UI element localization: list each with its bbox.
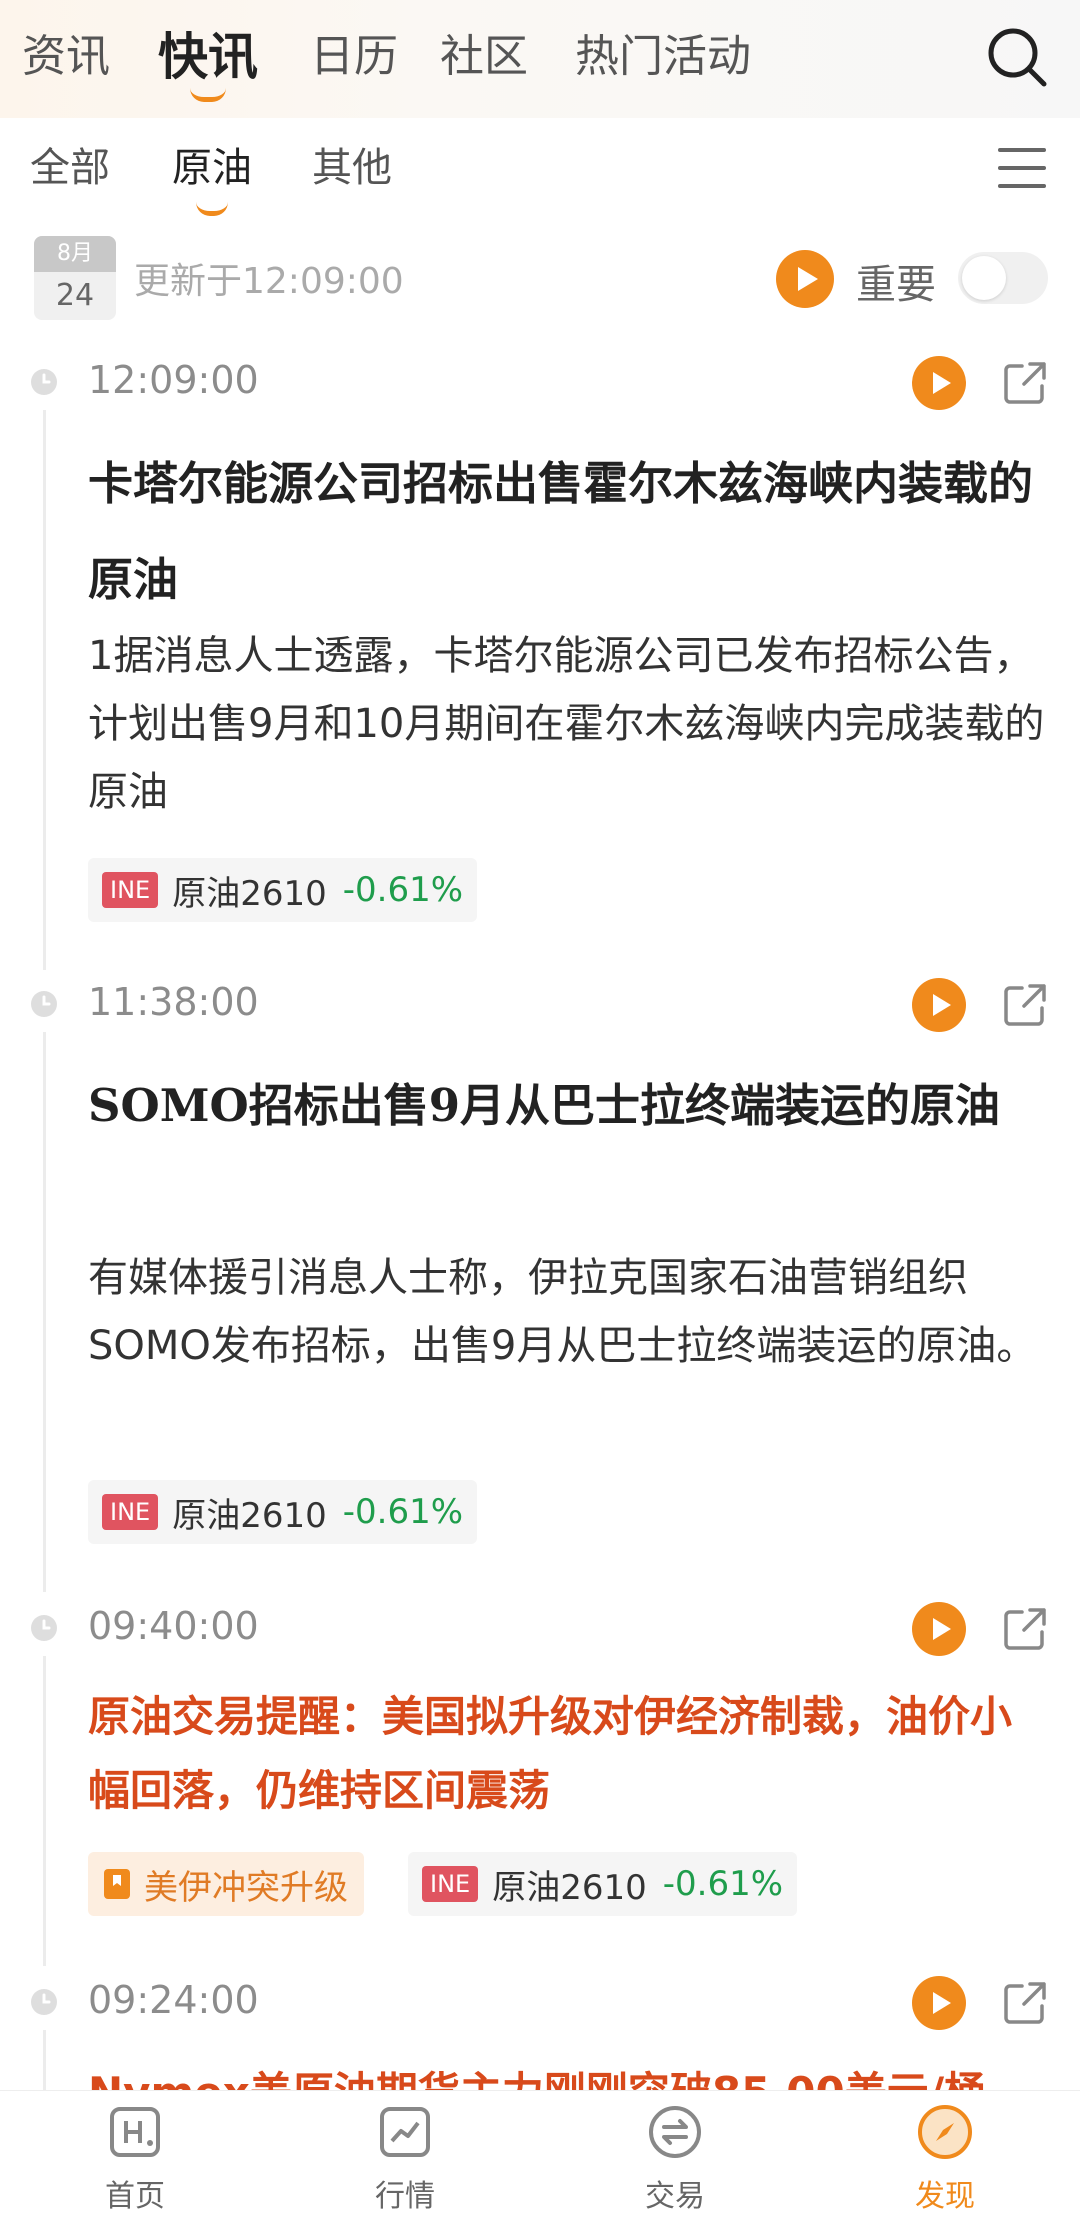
share-icon[interactable] xyxy=(1002,1980,1048,2026)
news-time: 09:40:00 xyxy=(88,1604,259,1648)
news-headline[interactable]: 卡塔尔能源公司招标出售霍尔木兹海峡内装载的原油 xyxy=(88,436,1048,628)
home-icon xyxy=(110,2107,160,2157)
price-change: -0.61% xyxy=(662,1864,784,1904)
nav-home[interactable]: 首页 xyxy=(65,2103,205,2215)
quote-tag[interactable]: INE 原油2610 -0.61% xyxy=(88,1480,478,1544)
exchange-badge: INE xyxy=(102,872,159,908)
date-month: 8月 xyxy=(34,236,116,272)
menu-icon[interactable] xyxy=(998,148,1046,192)
important-toggle[interactable] xyxy=(958,252,1048,304)
play-audio-icon[interactable] xyxy=(912,1602,966,1656)
toggle-knob xyxy=(962,256,1006,300)
topic-tag[interactable]: 美伊冲突升级 xyxy=(88,1852,364,1916)
news-headline[interactable]: SOMO招标出售9月从巴士拉终端装运的原油 xyxy=(88,1058,1048,1154)
play-all-icon[interactable] xyxy=(776,250,834,308)
subtab-other[interactable]: 其他 xyxy=(312,138,392,198)
date-badge: 8月 24 xyxy=(34,236,116,320)
clock-icon xyxy=(31,1989,57,2015)
nav-market-label: 行情 xyxy=(375,2179,435,2214)
timeline-line xyxy=(43,2030,46,2090)
nav-trade-label: 交易 xyxy=(645,2179,705,2214)
share-icon[interactable] xyxy=(1002,982,1048,1028)
bookmark-icon xyxy=(104,1869,130,1899)
news-time: 11:38:00 xyxy=(88,980,259,1024)
tab-calendar[interactable]: 日历 xyxy=(310,22,398,92)
important-filter-label: 重要 xyxy=(856,262,936,308)
tab-flash[interactable]: 快讯 xyxy=(158,22,258,102)
nav-market[interactable]: 行情 xyxy=(335,2103,475,2215)
play-audio-icon[interactable] xyxy=(912,1976,966,2030)
tab-hot-events[interactable]: 热门活动 xyxy=(575,22,751,92)
news-time: 12:09:00 xyxy=(88,358,259,402)
share-icon[interactable] xyxy=(1002,1606,1048,1652)
nav-discover[interactable]: 发现 xyxy=(875,2103,1015,2215)
price-change: -0.61% xyxy=(342,1492,464,1532)
updated-time: 更新于12:09:00 xyxy=(134,261,404,302)
timeline-line xyxy=(43,1656,46,1966)
timeline-line xyxy=(43,1032,46,1592)
news-body: 1据消息人士透露，卡塔尔能源公司已发布招标公告，计划出售9月和10月期间在霍尔木… xyxy=(88,633,1045,815)
contract-name: 原油2610 xyxy=(492,1867,647,1908)
tab-flash-label: 快讯 xyxy=(158,28,258,86)
tab-community[interactable]: 社区 xyxy=(440,22,528,92)
subtab-all[interactable]: 全部 xyxy=(30,138,110,198)
clock-icon xyxy=(31,369,57,395)
clock-icon xyxy=(31,1615,57,1641)
price-change: -0.61% xyxy=(342,870,464,910)
market-chart-icon xyxy=(380,2107,430,2157)
date-day: 24 xyxy=(55,278,95,313)
quote-tag[interactable]: INE 原油2610 -0.61% xyxy=(88,858,478,922)
share-icon[interactable] xyxy=(1002,360,1048,406)
subtab-crude-oil-label: 原油 xyxy=(172,145,252,191)
news-time: 09:24:00 xyxy=(88,1978,259,2022)
contract-name: 原油2610 xyxy=(172,873,327,914)
subtab-crude-oil[interactable]: 原油 xyxy=(172,138,252,216)
exchange-badge: INE xyxy=(102,1494,159,1530)
play-audio-icon[interactable] xyxy=(912,356,966,410)
top-tab-bar: 资讯 快讯 日历 社区 热门活动 xyxy=(0,0,1080,118)
timeline-line xyxy=(43,410,46,970)
topic-name: 美伊冲突升级 xyxy=(144,1867,348,1908)
nav-discover-label: 发现 xyxy=(915,2179,975,2214)
news-headline-important[interactable]: 原油交易提醒：美国拟升级对伊经济制裁，油价小幅回落，仍维持区间震荡 xyxy=(88,1680,1048,1828)
clock-icon xyxy=(31,991,57,1017)
active-subtab-indicator xyxy=(196,202,228,216)
exchange-badge: INE xyxy=(422,1866,479,1902)
play-audio-icon[interactable] xyxy=(912,978,966,1032)
compass-icon xyxy=(918,2105,972,2159)
search-icon[interactable] xyxy=(984,24,1050,90)
nav-trade[interactable]: 交易 xyxy=(605,2103,745,2215)
active-tab-indicator xyxy=(190,88,226,102)
news-body: 有媒体援引消息人士称，伊拉克国家石油营销组织SOMO发布招标，出售9月从巴士拉终… xyxy=(88,1255,1037,1369)
quote-tag[interactable]: INE 原油2610 -0.61% xyxy=(408,1852,798,1916)
bottom-nav: 首页 行情 交易 发现 xyxy=(0,2090,1080,2219)
trade-exchange-icon xyxy=(649,2106,701,2158)
tab-news[interactable]: 资讯 xyxy=(22,22,110,92)
nav-home-label: 首页 xyxy=(105,2179,165,2214)
news-flash-screen: 资讯 快讯 日历 社区 热门活动 全部 原油 其他 8月 24 更新于12:09… xyxy=(0,0,1080,2219)
contract-name: 原油2610 xyxy=(172,1495,327,1536)
